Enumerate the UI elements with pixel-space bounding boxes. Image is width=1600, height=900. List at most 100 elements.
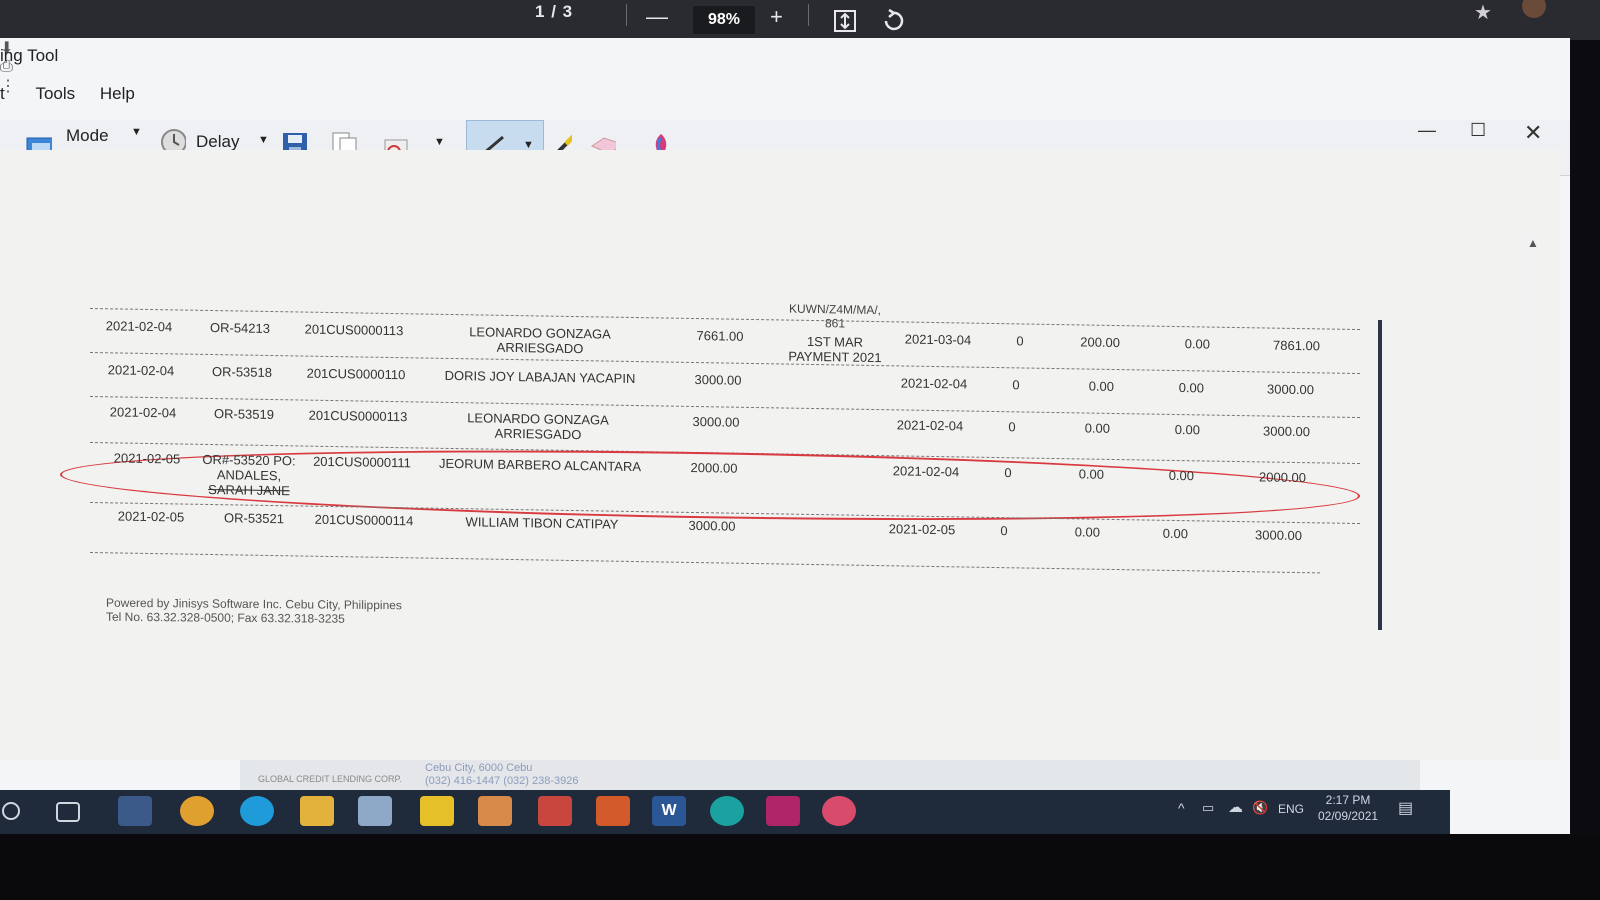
battery-icon[interactable]: ▭ — [1202, 800, 1214, 816]
language-indicator[interactable]: ENG — [1278, 802, 1304, 816]
delay-button[interactable]: Delay — [196, 132, 239, 152]
row-customer-name: DORIS JOY LABAJAN YACAPIN — [444, 367, 636, 387]
snip-canvas: ▲ KUWN/Z4M/MA/, 861 2021-02-04 OR-54213 … — [0, 150, 1560, 760]
chevron-down-icon[interactable]: ▼ — [434, 136, 445, 148]
row-customer-name: LEONARDO GONZAGA ARRIESGADO — [467, 410, 609, 443]
file-explorer-icon[interactable] — [300, 796, 334, 826]
paint-3d-taskbar-icon[interactable] — [822, 796, 856, 826]
row-amount: 3000.00 — [694, 372, 742, 388]
edge-icon[interactable] — [240, 796, 274, 826]
row-col2: 0.00 — [1074, 524, 1100, 540]
cortana-icon[interactable] — [2, 802, 20, 820]
computer-icon[interactable] — [118, 796, 152, 826]
zoom-in-icon[interactable]: + — [770, 6, 783, 28]
row-col1: 0 — [1016, 333, 1024, 349]
row-amount: 3000.00 — [692, 413, 740, 430]
row-date: 2021-02-04 — [105, 318, 173, 335]
office-icon[interactable] — [596, 796, 630, 826]
row-col2: 0.00 — [1084, 420, 1110, 436]
skype-icon[interactable] — [710, 796, 744, 826]
word-icon[interactable]: W — [652, 796, 686, 826]
row-due-date: 2021-02-04 — [892, 463, 960, 480]
company-contact: Cebu City, 6000 Cebu (032) 416-1447 (032… — [425, 762, 579, 787]
clock[interactable]: 2:17 PM 02/09/2021 — [1318, 792, 1378, 824]
row-col3: 0.00 — [1184, 336, 1210, 352]
chevron-up-icon[interactable]: ▲ — [1527, 236, 1539, 250]
row-col3: 0.00 — [1178, 380, 1204, 396]
page-indicator[interactable]: 1 / 3 — [535, 2, 573, 22]
row-amount: 7661.00 — [696, 328, 744, 344]
task-view-icon[interactable] — [56, 802, 80, 822]
row-customer-id: 201CUS0000113 — [308, 407, 408, 425]
cloud-icon[interactable]: ☁ — [1228, 798, 1243, 816]
sticky-notes-icon[interactable] — [420, 796, 454, 826]
rotate-icon[interactable] — [880, 8, 906, 34]
zoom-out-icon[interactable]: — — [646, 6, 668, 28]
page-current: 1 — [535, 2, 546, 21]
volume-muted-icon[interactable]: 🔇 — [1252, 800, 1268, 816]
page-separator: / — [551, 2, 557, 21]
page-total: 3 — [562, 2, 574, 21]
row-col3: 0.00 — [1168, 467, 1194, 484]
row-remarks: 1ST MAR PAYMENT 2021 — [788, 333, 882, 366]
more-options-icon[interactable]: ⋮ — [0, 76, 1570, 96]
row-customer-id: 201CUS0000114 — [314, 511, 414, 529]
onenote-icon[interactable] — [766, 796, 800, 826]
row-total: 7861.00 — [1273, 337, 1320, 354]
row-amount: 3000.00 — [688, 517, 736, 534]
menu-tools[interactable]: Tools — [35, 84, 75, 103]
background-window: GLOBAL CREDIT LENDING CORP. Cebu City, 6… — [240, 760, 1420, 792]
menu-edit[interactable]: t — [0, 84, 5, 103]
powerpoint-icon[interactable] — [538, 796, 572, 826]
outlook-icon[interactable] — [478, 796, 512, 826]
row-customer-name: WILLIAM TIBON CATIPAY — [465, 514, 619, 532]
row-col1: 0 — [1004, 465, 1012, 481]
row-customer-id: 201CUS0000110 — [306, 365, 406, 383]
row-col2: 0.00 — [1088, 378, 1114, 394]
row-total: 3000.00 — [1263, 423, 1310, 440]
row-customer-name: LEONARDO GONZAGA ARRIESGADO — [469, 324, 611, 357]
menu-bar: t Tools Help — [0, 84, 155, 104]
notifications-icon[interactable]: ▤ — [1398, 798, 1413, 818]
row-col2: 0.00 — [1078, 466, 1104, 482]
maximize-icon[interactable]: ☐ — [1470, 120, 1486, 141]
vertical-scrollbar[interactable] — [1518, 230, 1540, 760]
chrome-icon[interactable] — [180, 796, 214, 826]
window-title: ing Tool — [0, 46, 59, 65]
row-or-number: OR-53521 — [224, 510, 284, 527]
close-icon[interactable]: ✕ — [1524, 120, 1542, 146]
bookmark-icon[interactable]: ★ — [1474, 0, 1492, 25]
row-col1: 0 — [1008, 419, 1016, 435]
toolbar-divider — [626, 4, 627, 26]
chevron-down-icon[interactable]: ▼ — [131, 126, 142, 138]
row-due-date: 2021-02-05 — [888, 521, 956, 538]
chevron-down-icon[interactable]: ▼ — [258, 134, 269, 146]
row-or-number: OR-54213 — [210, 319, 270, 336]
row-due-date: 2021-02-04 — [896, 417, 964, 434]
laptop-bezel — [0, 834, 1600, 900]
taskbar: W ^ ▭ ☁ 🔇 ENG 2:17 PM 02/09/2021 ▤ — [0, 790, 1450, 834]
row-col3: 0.00 — [1174, 421, 1200, 438]
row-or-number: OR#-53520 PO: ANDALES, SARAH JANE — [202, 451, 296, 499]
row-customer-id: 201CUS0000111 — [313, 453, 411, 471]
header-fragment: KUWN/Z4M/MA/, 861 — [789, 301, 881, 331]
report-border-line — [1378, 320, 1382, 630]
menu-help[interactable]: Help — [100, 84, 135, 103]
avatar[interactable] — [1522, 0, 1546, 18]
row-or-number: OR-53519 — [214, 406, 274, 423]
chevron-up-icon[interactable]: ^ — [1178, 800, 1185, 816]
row-date: 2021-02-05 — [113, 450, 181, 467]
row-amount: 2000.00 — [690, 459, 738, 476]
row-customer-id: 201CUS0000113 — [304, 321, 404, 339]
print-icon[interactable]: ⎙ — [0, 58, 1570, 76]
minimize-icon[interactable]: — — [1418, 120, 1436, 141]
zoom-level[interactable]: 98% — [693, 6, 755, 34]
download-icon[interactable]: ⬇ — [0, 38, 1570, 58]
snipping-tool-taskbar-icon[interactable] — [358, 796, 392, 826]
row-or-number: OR-53518 — [212, 364, 272, 381]
row-col2: 200.00 — [1080, 334, 1120, 351]
pdf-viewer-toolbar: 1 / 3 — 98% + ★ — [0, 0, 1600, 40]
fit-page-icon[interactable] — [832, 8, 858, 34]
row-due-date: 2021-03-04 — [904, 331, 972, 348]
mode-button[interactable]: Mode — [66, 126, 109, 146]
